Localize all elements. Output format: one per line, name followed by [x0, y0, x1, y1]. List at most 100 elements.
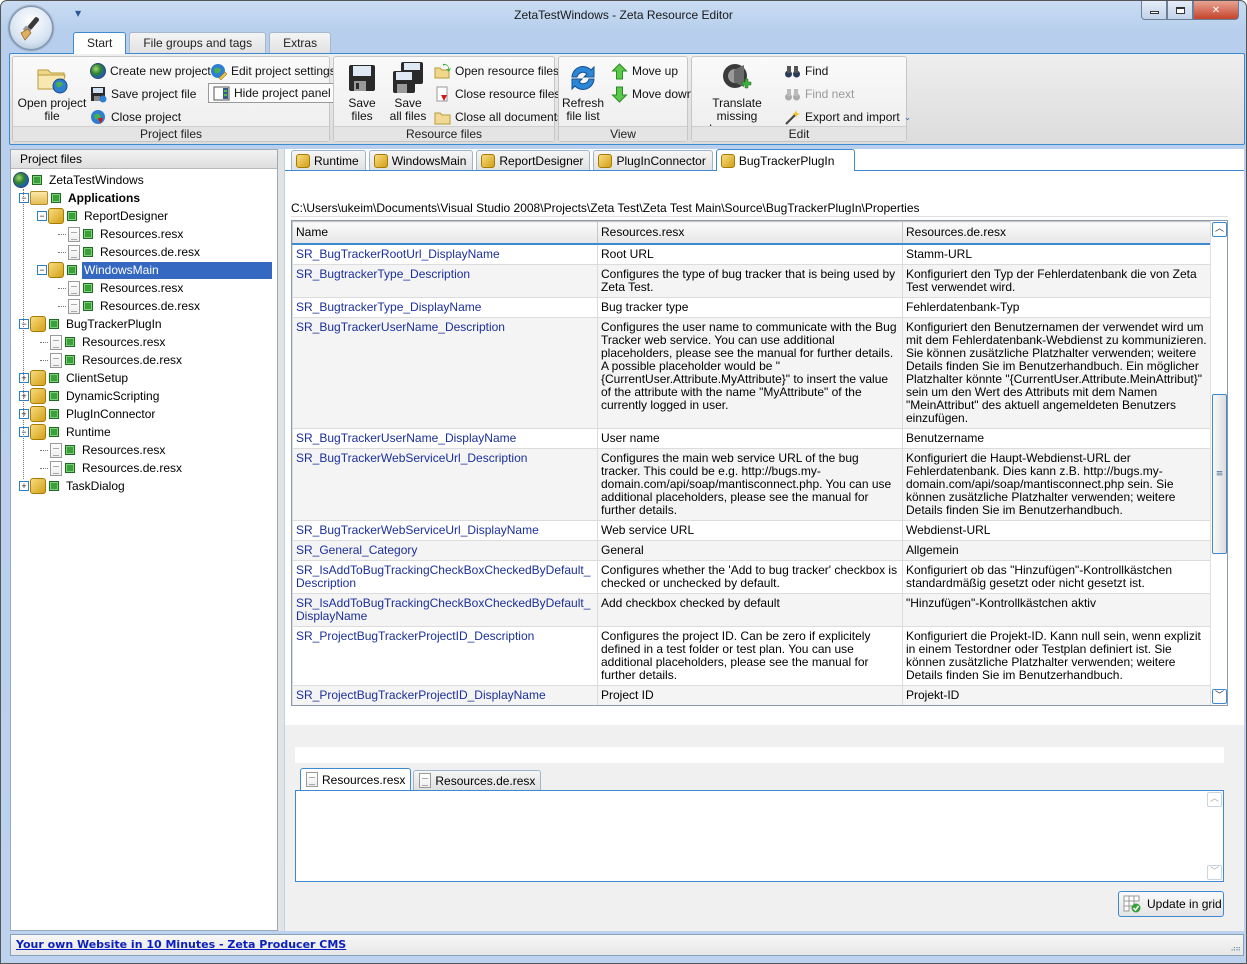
open-project-file-button[interactable]: Open project file [17, 61, 87, 123]
german-value-cell[interactable]: Konfiguriert den Typ der Fehlerdatenbank… [902, 263, 1212, 298]
tree-node[interactable]: − Applications [11, 189, 277, 207]
default-value-cell[interactable]: Configures the user name to communicate … [597, 316, 903, 429]
expand-icon[interactable]: + [19, 391, 29, 401]
default-value-cell[interactable]: Root URL [597, 243, 903, 265]
table-row[interactable]: SR_ProjectBugTrackerProjectID_Descriptio… [292, 625, 1212, 686]
document-tab[interactable]: ReportDesigner [476, 150, 591, 171]
tree-node[interactable]: ZetaTestWindows [11, 171, 277, 189]
document-tab[interactable]: BugTrackerPlugIn [715, 149, 856, 171]
collapse-icon[interactable]: − [37, 211, 47, 221]
close-resource-files-button[interactable]: Close resource files [434, 84, 560, 104]
hide-project-panel-button[interactable]: Hide project panel [208, 83, 336, 103]
move-down-button[interactable]: Move down [611, 84, 693, 104]
german-value-cell[interactable]: Konfiguriert den Benutzernamen der verwe… [902, 316, 1212, 429]
resource-name-cell[interactable]: SR_ProjectBugTrackerProjectID_Descriptio… [292, 625, 598, 686]
resource-name-cell[interactable]: SR_BugTrackerWebServiceUrl_Description [292, 447, 598, 521]
german-value-cell[interactable]: Webdienst-URL [902, 519, 1212, 541]
expand-icon[interactable]: + [19, 373, 29, 383]
german-value-cell[interactable]: Fehlerdatenbank-Typ [902, 296, 1212, 318]
resize-grip-icon[interactable]: ⠴⠶ [1230, 944, 1241, 953]
default-value-cell[interactable]: Configures whether the 'Add to bug track… [597, 559, 903, 594]
german-value-cell[interactable]: Projekt-ID [902, 684, 1212, 705]
default-value-cell[interactable]: User name [597, 427, 903, 449]
open-resource-files-button[interactable]: Open resource files [434, 61, 559, 81]
close-project-button[interactable]: Close project [90, 107, 181, 127]
table-row[interactable]: SR_BugTrackerUserName_Description Configu… [292, 316, 1212, 429]
resource-grid[interactable]: Name Resources.resx Resources.de.resx SR_B… [291, 220, 1228, 706]
save-all-files-button[interactable]: Save all files [387, 61, 429, 123]
save-project-file-button[interactable]: Save project file [90, 84, 196, 104]
grid-vertical-scrollbar[interactable]: ︿ ≡ ﹀ [1210, 221, 1227, 705]
tree-node[interactable]: + DynamicScripting [11, 387, 277, 405]
resource-name-cell[interactable]: SR_IsAddToBugTrackingCheckBoxCheckedByDe… [292, 559, 598, 594]
column-header[interactable]: Name [292, 221, 598, 245]
tree-node[interactable]: + TaskDialog [11, 477, 277, 495]
tree-node[interactable]: Resources.de.resx [11, 351, 277, 369]
editor-tab[interactable]: Resources.de.resx [413, 770, 542, 790]
german-value-cell[interactable]: Stamm-URL [902, 243, 1212, 265]
resource-name-cell[interactable]: SR_BugTrackerWebServiceUrl_DisplayName [292, 519, 598, 541]
ribbon-tab-extras[interactable]: Extras [269, 32, 332, 53]
german-value-cell[interactable]: Allgemein [902, 539, 1212, 561]
find-next-button[interactable]: Find next [784, 84, 854, 104]
find-button[interactable]: Find [784, 61, 828, 81]
collapse-icon[interactable]: − [37, 265, 47, 275]
resource-name-cell[interactable]: SR_BugTrackerUserName_Description [292, 316, 598, 429]
create-new-project-button[interactable]: Create new project [90, 61, 211, 81]
table-row[interactable]: SR_BugtrackerType_DisplayName Bug tracker… [292, 296, 1212, 318]
scroll-up-button[interactable]: ︿ [1212, 222, 1227, 237]
table-row[interactable]: SR_BugTrackerUserName_DisplayName User na… [292, 427, 1212, 449]
table-row[interactable]: SR_BugTrackerRootUrl_DisplayName Root URL… [292, 243, 1212, 265]
resource-name-cell[interactable]: SR_BugtrackerType_Description [292, 263, 598, 298]
table-row[interactable]: SR_BugTrackerWebServiceUrl_Description Co… [292, 447, 1212, 521]
resource-name-cell[interactable]: SR_BugTrackerRootUrl_DisplayName [292, 243, 598, 265]
default-value-cell[interactable]: Web service URL [597, 519, 903, 541]
table-row[interactable]: SR_IsAddToBugTrackingCheckBoxCheckedByDe… [292, 559, 1212, 594]
column-header[interactable]: Resources.resx [597, 221, 903, 245]
table-row[interactable]: SR_IsAddToBugTrackingCheckBoxCheckedByDe… [292, 592, 1212, 627]
default-value-cell[interactable]: Project ID [597, 684, 903, 705]
tree-node[interactable]: Resources.resx [11, 333, 277, 351]
move-up-button[interactable]: Move up [611, 61, 678, 81]
edit-project-settings-button[interactable]: Edit project settings [210, 61, 336, 81]
tree-node[interactable]: − ReportDesigner [11, 207, 277, 225]
tree-node[interactable]: Resources.de.resx [11, 297, 277, 315]
table-row[interactable]: SR_TestContainerBugTrackerProjectID_Desc… [292, 704, 1212, 705]
tree-node[interactable]: + PlugInConnector [11, 405, 277, 423]
tree-node[interactable]: Resources.de.resx [11, 459, 277, 477]
default-value-cell[interactable]: Configures the project ID. Can be zero i… [597, 625, 903, 686]
german-value-cell[interactable]: Konfiguriert die Haupt-Webdienst-URL der… [902, 447, 1212, 521]
tree-node[interactable]: Resources.resx [11, 225, 277, 243]
table-row[interactable]: SR_BugTrackerWebServiceUrl_DisplayName We… [292, 519, 1212, 541]
collapse-icon[interactable]: − [19, 427, 29, 437]
tree-node[interactable]: Resources.resx [11, 279, 277, 297]
scroll-down-button[interactable]: ﹀ [1212, 689, 1227, 704]
default-value-cell[interactable]: Bug tracker type [597, 296, 903, 318]
german-value-cell[interactable]: Benutzername [902, 427, 1212, 449]
collapse-icon[interactable]: − [19, 193, 29, 203]
resource-text-input[interactable] [296, 791, 1204, 881]
german-value-cell[interactable]: Konfiguriert die Projekt-ID. Kann null s… [902, 625, 1212, 686]
resource-name-cell[interactable]: SR_BugtrackerType_DisplayName [292, 296, 598, 318]
refresh-file-list-button[interactable]: Refresh file list [561, 61, 605, 123]
ribbon-tab-start[interactable]: Start [73, 32, 127, 54]
german-value-cell[interactable]: Konfiguriert ob das "Hinzufügen"-Kontrol… [902, 559, 1212, 594]
tree-node[interactable]: − WindowsMain [11, 261, 277, 279]
default-value-cell[interactable]: Configures the main web service URL of t… [597, 447, 903, 521]
tree-node[interactable]: Resources.de.resx [11, 243, 277, 261]
resource-name-cell[interactable]: SR_TestContainerBugTrackerProjectID_Desc… [292, 704, 598, 705]
expand-icon[interactable]: + [19, 409, 29, 419]
translate-missing-languages-button[interactable]: Translate missing languages [694, 61, 780, 136]
scroll-thumb[interactable]: ≡ [1212, 394, 1227, 554]
tree-node[interactable]: + ClientSetup [11, 369, 277, 387]
editor-tab[interactable]: Resources.resx [300, 768, 412, 790]
default-value-cell[interactable]: Configures the type of bug tracker that … [597, 263, 903, 298]
table-row[interactable]: SR_ProjectBugTrackerProjectID_DisplayNam… [292, 684, 1212, 705]
editor-vertical-scrollbar[interactable]: ︿ ﹀ [1206, 791, 1223, 881]
document-tab[interactable]: WindowsMain [368, 150, 474, 171]
table-row[interactable]: SR_General_Category General Allgemein [292, 539, 1212, 561]
export-and-import-button[interactable]: Export and import ⌄ [784, 107, 911, 127]
scroll-down-button[interactable]: ﹀ [1207, 865, 1222, 880]
column-header[interactable]: Resources.de.resx [902, 221, 1212, 245]
german-value-cell[interactable]: "Hinzufügen"-Kontrollkästchen aktiv [902, 592, 1212, 627]
